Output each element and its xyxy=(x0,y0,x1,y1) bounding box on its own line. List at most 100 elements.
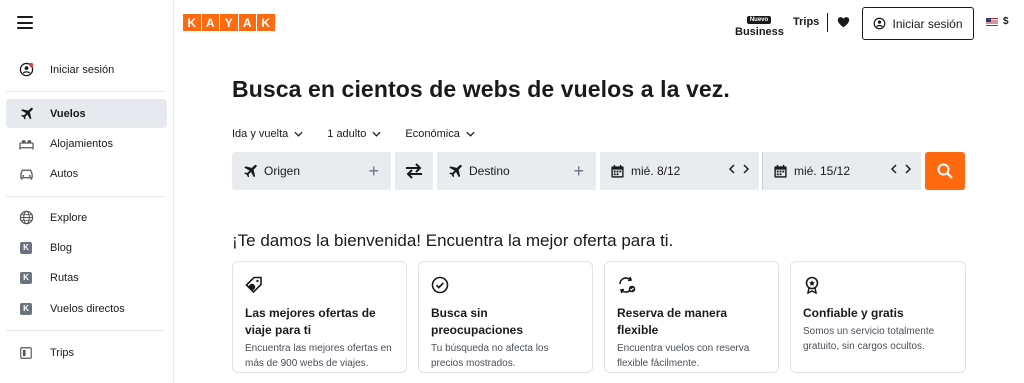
plane-icon xyxy=(242,163,258,179)
sidebar-item-label: Iniciar sesión xyxy=(50,63,115,76)
kayak-k-icon: K xyxy=(18,240,34,256)
chevron-down-icon xyxy=(372,131,381,137)
sidebar-item-trips[interactable]: Trips xyxy=(6,338,167,367)
sidebar-item-label: Explore xyxy=(50,211,88,224)
hamburger-menu-icon[interactable] xyxy=(17,16,33,29)
bed-icon xyxy=(18,136,34,152)
sidebar-item-alojamientos[interactable]: Alojamientos xyxy=(6,129,167,158)
new-badge: Nuevo xyxy=(746,16,772,24)
welcome-heading: ¡Te damos la bienvenida! Encuentra la me… xyxy=(232,231,674,250)
search-button[interactable] xyxy=(925,152,965,190)
award-badge-icon xyxy=(803,276,953,294)
passengers-label: 1 adulto xyxy=(327,128,367,140)
logo-letter: K xyxy=(257,14,275,31)
signin-button[interactable]: Iniciar sesión xyxy=(862,7,974,40)
card-title: Las mejores ofertas de viaje para ti xyxy=(245,306,376,337)
origin-placeholder: Origen xyxy=(264,164,301,178)
sidebar-item-vuelos-directos[interactable]: K Vuelos directos xyxy=(6,294,167,323)
sidebar-divider xyxy=(6,91,164,92)
sidebar-divider xyxy=(6,330,164,331)
us-flag-icon xyxy=(986,17,998,26)
user-circle-icon xyxy=(873,17,886,30)
page-title: Busca en cientos de webs de vuelos a la … xyxy=(232,76,730,102)
sidebar-item-label: Vuelos directos xyxy=(50,302,125,315)
card-description: Encuentra vuelos con reserva flexible fá… xyxy=(617,343,750,369)
card-title: Confiable y gratis xyxy=(803,306,904,320)
search-options: Ida y vuelta 1 adulto Económica xyxy=(232,128,499,140)
destination-placeholder: Destino xyxy=(469,164,510,178)
flexible-booking-icon xyxy=(617,276,766,294)
currency-label: $ xyxy=(1003,16,1009,27)
logo-letter: Y xyxy=(220,14,238,31)
destination-field[interactable]: Destino + xyxy=(437,152,596,190)
add-origin-icon[interactable]: + xyxy=(368,162,379,180)
logo-letter: A xyxy=(201,14,219,31)
sidebar-item-label: Vuelos xyxy=(50,107,86,120)
chevron-right-icon[interactable] xyxy=(905,164,911,174)
sidebar-item-explore[interactable]: Explore xyxy=(6,203,167,232)
cabin-dropdown[interactable]: Económica xyxy=(405,128,475,140)
chevron-down-icon xyxy=(466,131,475,137)
date-stepper xyxy=(891,164,911,174)
sidebar-item-signin[interactable]: Iniciar sesión xyxy=(6,55,167,84)
logo-letter: A xyxy=(238,14,256,31)
add-destination-icon[interactable]: + xyxy=(573,162,584,180)
chevron-left-icon[interactable] xyxy=(891,164,897,174)
chevron-left-icon[interactable] xyxy=(729,164,735,174)
sidebar-item-vuelos[interactable]: Vuelos xyxy=(6,99,167,128)
chevron-right-icon[interactable] xyxy=(743,164,749,174)
car-icon xyxy=(18,166,34,182)
feature-card: Reserva de manera flexible Encuentra vue… xyxy=(604,261,779,373)
card-title: Reserva de manera flexible xyxy=(617,306,728,337)
logo-letter: K xyxy=(183,14,201,31)
globe-icon xyxy=(18,210,34,226)
feature-card: Busca sin preocupaciones Tu búsqueda no … xyxy=(418,261,593,373)
feature-card: Las mejores ofertas de viaje para ti Enc… xyxy=(232,261,407,373)
sidebar-item-label: Blog xyxy=(50,241,73,254)
calendar-icon xyxy=(610,164,625,179)
sidebar-item-autos[interactable]: Autos xyxy=(6,159,167,188)
swap-button[interactable] xyxy=(395,152,433,190)
sidebar-item-rutas[interactable]: K Rutas xyxy=(6,263,167,292)
chevron-down-icon xyxy=(294,131,303,137)
cabin-label: Económica xyxy=(405,128,460,140)
header-divider xyxy=(827,13,828,32)
feature-card: Confiable y gratis Somos un servicio tot… xyxy=(790,261,966,373)
sidebar-divider xyxy=(6,196,164,197)
trip-type-label: Ida y vuelta xyxy=(232,128,289,140)
search-icon xyxy=(937,163,953,179)
kayak-k-icon: K xyxy=(18,301,34,317)
plane-icon xyxy=(18,106,34,122)
sidebar-item-label: Autos xyxy=(50,167,79,180)
business-label: Business xyxy=(735,26,784,38)
depart-date-field[interactable]: mié. 8/12 xyxy=(600,152,759,190)
card-description: Tu búsqueda no afecta los precios mostra… xyxy=(431,343,549,369)
signin-label: Iniciar sesión xyxy=(892,16,963,31)
passengers-dropdown[interactable]: 1 adulto xyxy=(327,128,381,140)
date-stepper xyxy=(729,164,749,174)
calendar-icon xyxy=(773,164,788,179)
sidebar-item-label: Trips xyxy=(50,346,75,359)
sidebar-item-label: Rutas xyxy=(50,271,79,284)
kayak-k-icon: K xyxy=(18,270,34,286)
origin-field[interactable]: Origen + xyxy=(232,152,391,190)
sidebar: Iniciar sesión Vuelos Alojamientos Autos… xyxy=(0,0,174,383)
trip-type-dropdown[interactable]: Ida y vuelta xyxy=(232,128,303,140)
currency-selector[interactable]: $ xyxy=(986,16,1009,27)
card-description: Somos un servicio totalmente gratuito, s… xyxy=(803,326,935,352)
sidebar-item-blog[interactable]: K Blog xyxy=(6,233,167,262)
card-title: Busca sin preocupaciones xyxy=(431,306,524,337)
trips-icon xyxy=(18,345,34,361)
business-link[interactable]: Nuevo Business xyxy=(735,8,784,38)
return-date-value: mié. 15/12 xyxy=(794,164,851,178)
card-description: Encuentra las mejores ofertas en más de … xyxy=(245,343,392,369)
user-icon xyxy=(18,62,34,78)
return-date-field[interactable]: mié. 15/12 xyxy=(762,152,921,190)
heart-icon[interactable] xyxy=(837,15,850,33)
check-circle-icon xyxy=(431,276,580,294)
depart-date-value: mié. 8/12 xyxy=(631,164,681,178)
price-tag-icon xyxy=(245,276,394,294)
trips-link[interactable]: Trips xyxy=(793,16,819,28)
sidebar-item-label: Alojamientos xyxy=(50,137,113,150)
kayak-logo[interactable]: K A Y A K xyxy=(183,14,275,31)
